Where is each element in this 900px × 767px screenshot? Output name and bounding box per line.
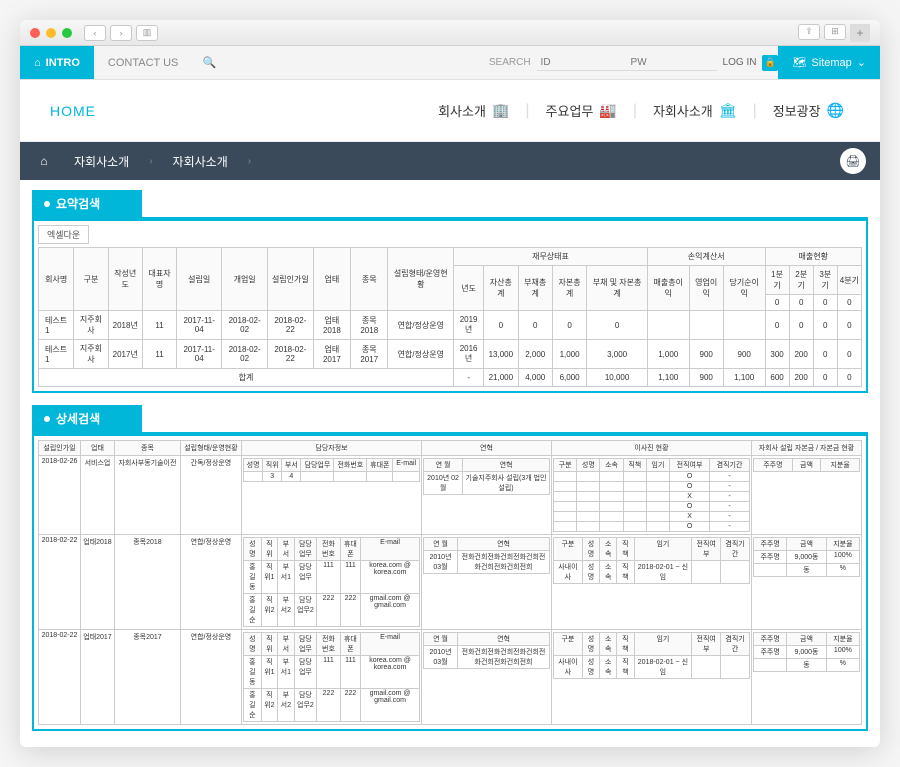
home-logo[interactable]: HOME	[50, 103, 96, 119]
intro-link[interactable]: ⌂ INTRO	[20, 46, 94, 79]
nav-divider: |	[753, 102, 757, 120]
close-window-icon[interactable]	[30, 28, 40, 38]
page-content: 요약검색 엑셀다운 회사명구분작성년도대표자명설립일개업일설립인가일업태종목설립…	[20, 180, 880, 747]
nav-item[interactable]: 자회사소개 🏛	[647, 101, 743, 120]
bullet-icon	[44, 201, 50, 207]
forward-button[interactable]: ›	[110, 25, 132, 41]
nav-label: 정보광장	[773, 101, 821, 120]
utility-bar: ⌂ INTRO CONTACT US 🔍 SEARCH LOG IN 🔒 🗺 S…	[20, 46, 880, 80]
back-button[interactable]: ‹	[84, 25, 106, 41]
browser-titlebar: ‹ › ▥ ⇪ ⊞ +	[20, 20, 880, 46]
nav-label: 자회사소개	[653, 101, 713, 120]
nav-icon: 🏢	[492, 102, 509, 119]
minimize-window-icon[interactable]	[46, 28, 56, 38]
total-row: 합계-21,0004,0006,00010,0001,1009001,10060…	[39, 369, 862, 387]
login-button[interactable]: LOG IN	[723, 57, 757, 68]
new-tab-button[interactable]: +	[850, 24, 870, 42]
chevron-right-icon: ›	[248, 156, 251, 167]
nav-icon: 🌐	[827, 102, 844, 119]
sidebar-toggle-icon[interactable]: ▥	[136, 25, 158, 41]
nav-label: 회사소개	[438, 101, 486, 120]
id-input[interactable]	[537, 55, 627, 71]
sitemap-label: Sitemap	[811, 57, 851, 69]
table-row[interactable]: 테스트1지주회사2017년112017-11-042018-02-022018-…	[39, 340, 862, 369]
detail-section-header: 상세검색	[32, 405, 142, 432]
detail-box: 설립인가일업태종목설립형태/운영현황담당자정보연혁이사진 현황자회사 설립 자본…	[32, 434, 868, 731]
browser-window: ‹ › ▥ ⇪ ⊞ + ⌂ INTRO CONTACT US 🔍 SEARCH …	[20, 20, 880, 747]
nav-icon: 🏛	[719, 102, 737, 119]
breadcrumb-level1[interactable]: 자회사소개	[54, 153, 149, 170]
print-button[interactable]: 🖨	[840, 148, 866, 174]
search-label: SEARCH	[489, 57, 531, 68]
breadcrumb-level2[interactable]: 자회사소개	[153, 153, 248, 170]
summary-box: 엑셀다운 회사명구분작성년도대표자명설립일개업일설립인가일업태종목설립형태/운영…	[32, 219, 868, 393]
excel-download-button[interactable]: 엑셀다운	[38, 225, 89, 244]
detail-title: 상세검색	[56, 410, 100, 427]
detail-row[interactable]: 2018-02-26서비스업자회사부동기술이전간독/정상운영성명직위부서담당업무…	[39, 456, 862, 535]
summary-section-header: 요약검색	[32, 190, 142, 217]
detail-table: 설립인가일업태종목설립형태/운영현황담당자정보연혁이사진 현황자회사 설립 자본…	[38, 440, 862, 725]
table-row[interactable]: 테스트1지주회사2018년112017-11-042018-02-022018-…	[39, 311, 862, 340]
sitemap-button[interactable]: 🗺 Sitemap ⌄	[778, 46, 880, 79]
nav-item[interactable]: 정보광장 🌐	[767, 101, 850, 120]
summary-title: 요약검색	[56, 195, 100, 212]
tabs-icon[interactable]: ⊞	[824, 24, 846, 40]
search-input[interactable]	[222, 57, 382, 69]
detail-row[interactable]: 2018-02-22업태2017종목2017연합/정상운영성명직위부서담당업무전…	[39, 630, 862, 725]
nav-divider: |	[633, 102, 637, 120]
window-controls	[30, 28, 72, 38]
nav-divider: |	[525, 102, 529, 120]
share-icon[interactable]: ⇪	[798, 24, 820, 40]
nav-icon: 🏭	[599, 102, 616, 119]
nav-item[interactable]: 회사소개 🏢	[432, 101, 515, 120]
search-icon[interactable]: 🔍	[200, 54, 218, 72]
intro-label: INTRO	[46, 57, 80, 69]
chevron-down-icon: ⌄	[857, 56, 866, 69]
nav-item[interactable]: 주요업무 🏭	[540, 101, 623, 120]
nav-label: 주요업무	[546, 101, 594, 120]
detail-row[interactable]: 2018-02-22업태2018종목2018연합/정상운영성명직위부서담당업무전…	[39, 535, 862, 630]
main-nav: HOME 회사소개 🏢 | 주요업무 🏭 | 자회사소개 🏛 | 정보광장 🌐	[20, 80, 880, 142]
bullet-icon	[44, 416, 50, 422]
breadcrumb: ⌂ 자회사소개 › 자회사소개 › 🖨	[20, 142, 880, 180]
maximize-window-icon[interactable]	[62, 28, 72, 38]
contact-link[interactable]: CONTACT US	[94, 57, 193, 69]
pw-input[interactable]	[627, 55, 717, 71]
map-icon: 🗺	[792, 56, 806, 69]
breadcrumb-home-icon[interactable]: ⌂	[34, 154, 54, 168]
lock-icon[interactable]: 🔒	[762, 55, 778, 71]
home-icon: ⌂	[34, 57, 41, 69]
summary-table: 회사명구분작성년도대표자명설립일개업일설립인가일업태종목설립형태/운영현황재무상…	[38, 247, 862, 387]
